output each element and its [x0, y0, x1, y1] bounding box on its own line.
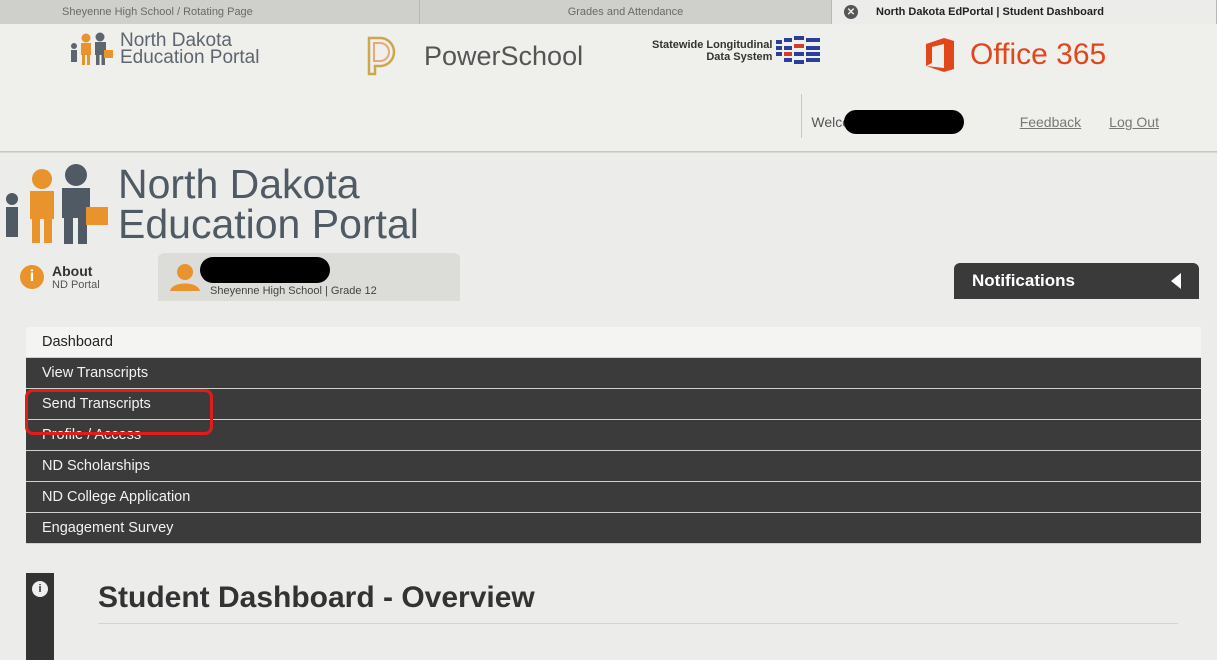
about-title: About [52, 263, 93, 279]
portal-top-bar: North Dakota Education Portal PowerSchoo… [0, 24, 1217, 152]
tab-label: North Dakota EdPortal | Student Dashboar… [876, 6, 1104, 18]
nd-portal-logo-link[interactable]: North Dakota Education Portal [68, 31, 260, 68]
family-icon [6, 164, 108, 244]
office-icon [926, 38, 954, 72]
slds-grid-icon [776, 36, 821, 64]
slds-line2: Data System [706, 51, 773, 63]
menu-item-profile-access[interactable]: Profile / Access [26, 420, 1201, 451]
portal-tabs: i About ND Portal Sheyenne High School |… [8, 253, 460, 301]
redacted-username [843, 110, 964, 134]
powerschool-link[interactable]: PowerSchool [366, 36, 583, 76]
info-icon[interactable]: i [32, 581, 48, 597]
page-title: Student Dashboard - Overview [98, 581, 535, 614]
about-tab[interactable]: i About ND Portal [8, 253, 158, 301]
redacted-student-name [200, 257, 330, 283]
tab-student-dashboard[interactable]: ✕ North Dakota EdPortal | Student Dashbo… [832, 0, 1217, 24]
tab-label: Sheyenne High School / Rotating Page [62, 6, 253, 18]
info-icon: i [20, 265, 44, 289]
notifications-button[interactable]: Notifications [954, 263, 1199, 299]
user-avatar-icon [170, 264, 200, 291]
tab-rotating-page[interactable]: Sheyenne High School / Rotating Page [0, 0, 420, 24]
menu-item-nd-scholarships[interactable]: ND Scholarships [26, 451, 1201, 482]
tab-grades-attendance[interactable]: Grades and Attendance [420, 0, 832, 24]
menu-item-nd-college-application[interactable]: ND College Application [26, 482, 1201, 513]
menu-item-view-transcripts[interactable]: View Transcripts [26, 358, 1201, 389]
brand-line2: Education Portal [118, 201, 419, 247]
menu-item-send-transcripts[interactable]: Send Transcripts [26, 389, 1201, 420]
user-bar: Welcom Feedback Log Out [801, 94, 1159, 138]
about-sub: ND Portal [52, 279, 100, 291]
menu-item-engagement-survey[interactable]: Engagement Survey [26, 513, 1201, 544]
portal-brand: North Dakota Education Portal [0, 163, 419, 245]
main-content: North Dakota Education Portal i About ND… [0, 153, 1217, 660]
slds-link[interactable]: Statewide Longitudinal Data System [652, 36, 828, 66]
student-school: Sheyenne High School | Grade 12 [210, 285, 377, 297]
close-icon[interactable]: ✕ [844, 5, 858, 19]
logout-link[interactable]: Log Out [1109, 114, 1159, 130]
menu-item-dashboard[interactable]: Dashboard [26, 327, 1201, 358]
powerschool-icon [367, 36, 396, 76]
powerschool-label: PowerSchool [424, 40, 584, 71]
family-icon [71, 32, 113, 65]
notifications-label: Notifications [972, 271, 1075, 290]
tab-label: Grades and Attendance [567, 6, 684, 18]
user-bar-divider [801, 94, 803, 138]
overview-info-rail: i [26, 573, 54, 660]
office365-link[interactable]: Office 365 [924, 36, 1106, 74]
browser-tab-strip: Sheyenne High School / Rotating Page Gra… [0, 0, 1217, 24]
title-divider [98, 623, 1178, 624]
feedback-link[interactable]: Feedback [1020, 114, 1081, 130]
student-tab[interactable]: Sheyenne High School | Grade 12 [158, 253, 460, 301]
side-menu: Dashboard View Transcripts Send Transcri… [25, 327, 1201, 544]
logo-line2: Education Portal [120, 47, 260, 68]
brand-line1: North Dakota [118, 161, 360, 207]
slds-line1: Statewide Longitudinal [652, 39, 773, 51]
office365-label: Office 365 [970, 38, 1107, 71]
caret-left-icon [1171, 273, 1181, 289]
